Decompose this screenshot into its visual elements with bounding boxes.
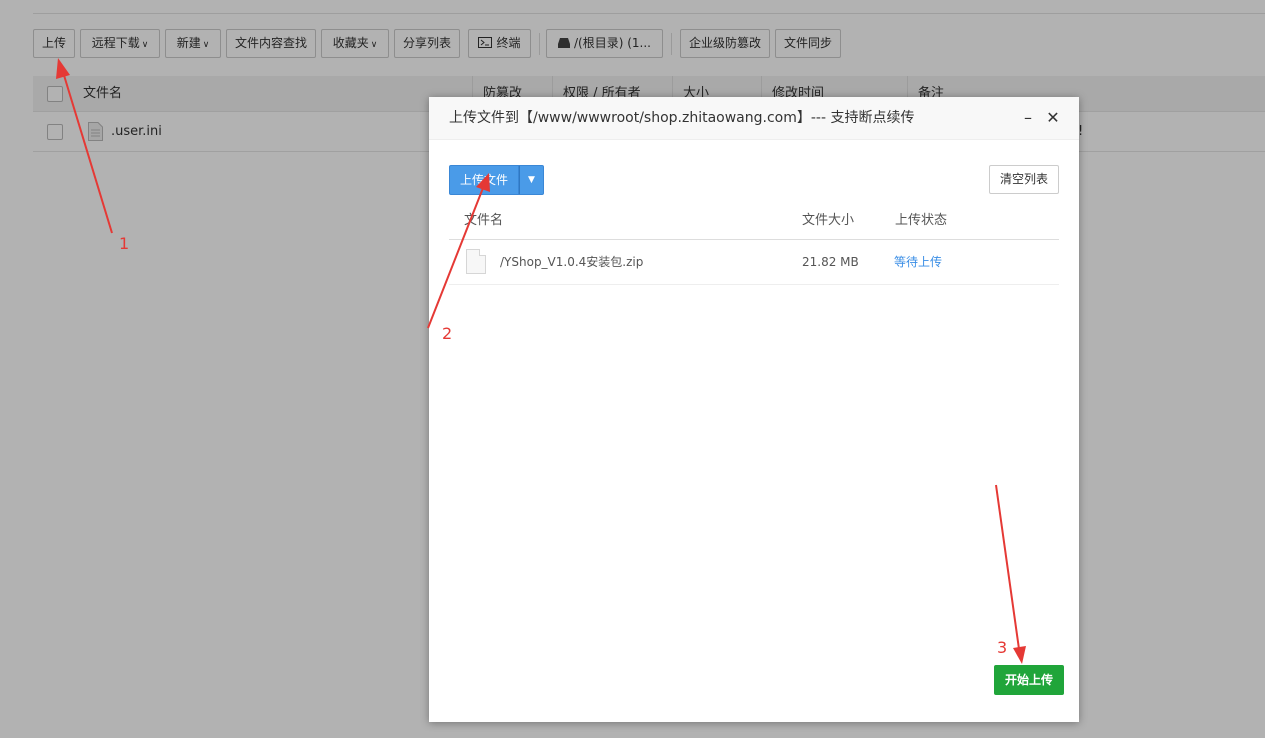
upload-col-name: 文件名 — [464, 213, 504, 228]
upload-files-button[interactable]: 上传文件 — [449, 165, 519, 195]
annotation-label-2: 2 — [442, 324, 453, 343]
list-item: /YShop_V1.0.4安装包.zip 21.82 MB 等待上传 — [449, 240, 1059, 285]
upload-dialog-header: 上传文件到【/www/wwwroot/shop.zhitaowang.com】-… — [429, 97, 1079, 140]
upload-file-size: 21.82 MB — [802, 255, 859, 269]
start-upload-button[interactable]: 开始上传 — [994, 665, 1064, 695]
annotation-label-1: 1 — [119, 234, 130, 253]
upload-options-dropdown[interactable]: ▼ — [519, 165, 544, 195]
caret-down-icon: ▼ — [528, 175, 535, 185]
annotation-label-3: 3 — [997, 638, 1008, 657]
upload-list-header: 文件名 文件大小 上传状态 — [449, 202, 1059, 240]
upload-dialog-title: 上传文件到【/www/wwwroot/shop.zhitaowang.com】-… — [449, 110, 915, 126]
upload-file-name: /YShop_V1.0.4安装包.zip — [500, 255, 644, 269]
close-icon[interactable]: ✕ — [1045, 110, 1061, 126]
minimize-icon[interactable]: – — [1020, 110, 1036, 126]
upload-file-status: 等待上传 — [894, 255, 943, 269]
upload-col-status: 上传状态 — [895, 213, 948, 228]
clear-list-button[interactable]: 清空列表 — [989, 165, 1059, 194]
upload-dialog: 上传文件到【/www/wwwroot/shop.zhitaowang.com】-… — [429, 97, 1079, 722]
file-icon — [466, 249, 486, 274]
upload-col-size: 文件大小 — [802, 213, 855, 228]
